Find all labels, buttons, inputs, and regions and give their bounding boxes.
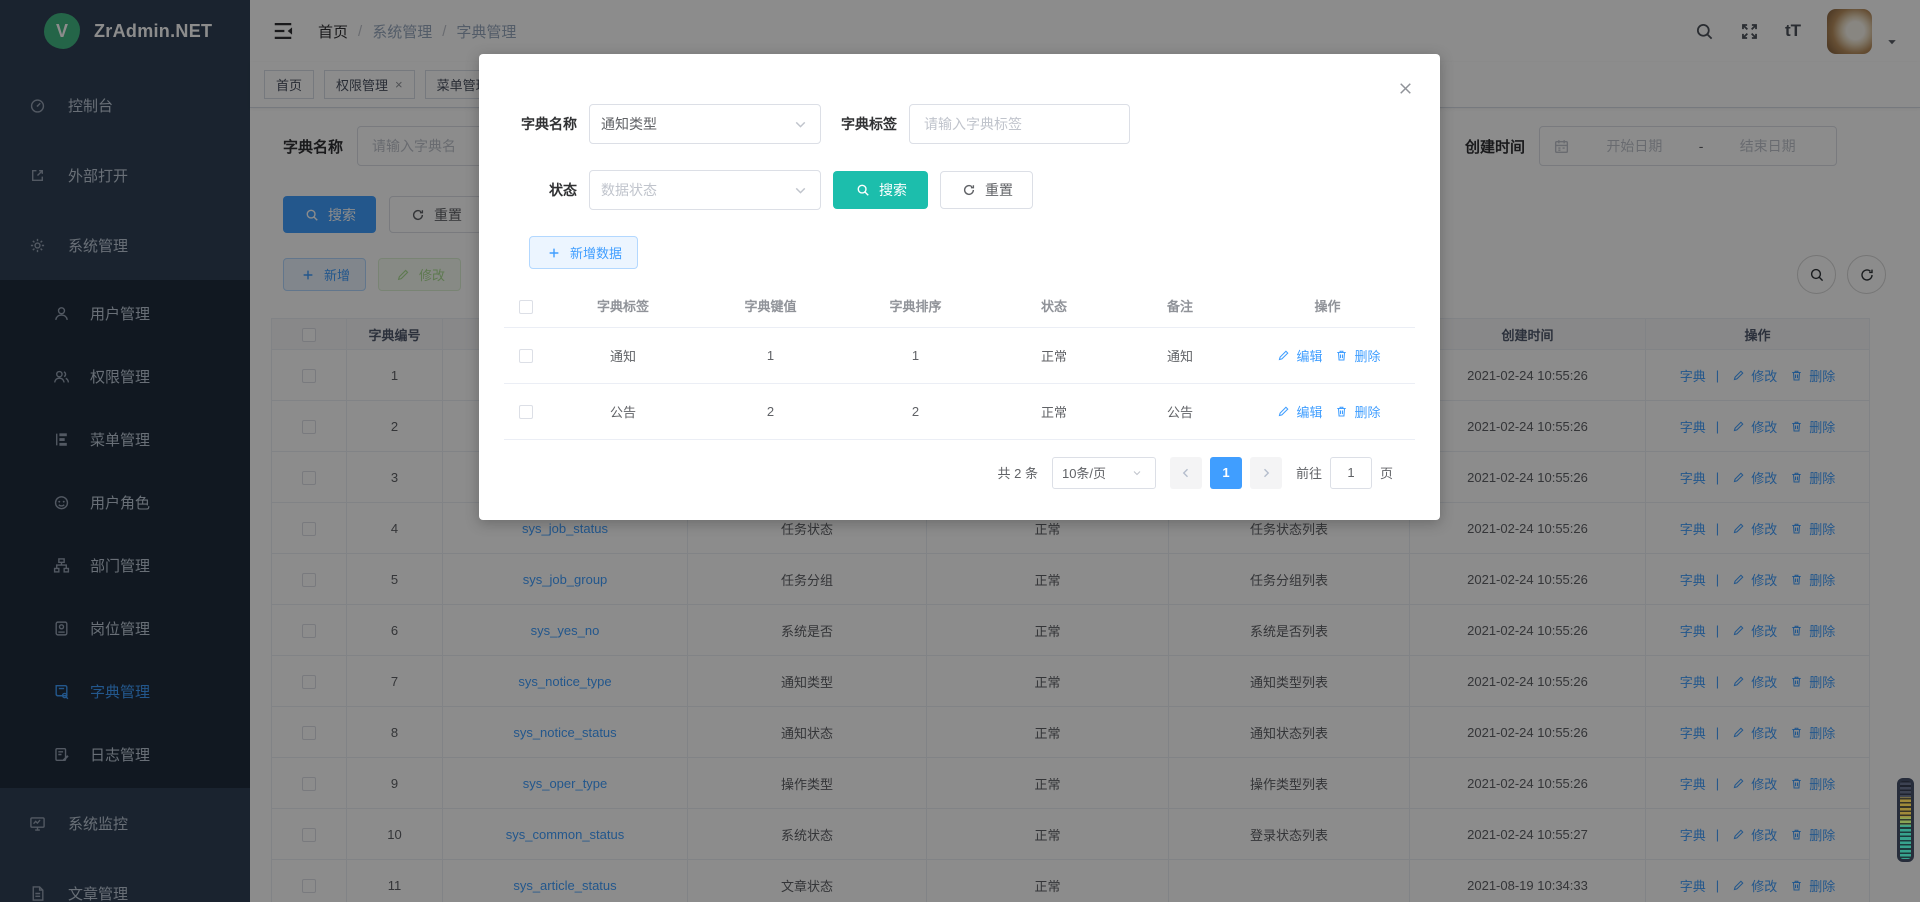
dialog-form-row1: 字典名称 通知类型 字典标签 (504, 104, 1415, 144)
pagination: 共 2 条 10条/页 1 前往 (504, 457, 1393, 489)
app-root: V ZrAdmin.NET 控制台外部打开系统管理用户管理权限管理菜单管理用户角… (0, 0, 1920, 902)
column-header: 字典排序 (843, 285, 988, 327)
column-header: 字典键值 (698, 285, 843, 327)
dialog-table-header-row: 字典标签字典键值字典排序状态备注操作 (504, 285, 1415, 327)
dict-label-input[interactable] (909, 104, 1130, 144)
pager: 1 (1170, 457, 1282, 489)
close-icon[interactable] (1397, 80, 1414, 97)
dialog-reset-button[interactable]: 重置 (940, 171, 1033, 209)
chevron-down-icon (791, 115, 809, 133)
goto-label: 前往 (1296, 463, 1322, 482)
row-checkbox[interactable] (519, 349, 533, 363)
pencil-icon (1274, 346, 1292, 364)
status-select[interactable]: 数据状态 (589, 170, 821, 210)
dialog-form-row2: 状态 数据状态 搜索 重置 (504, 170, 1415, 210)
dialog-search-button[interactable]: 搜索 (833, 171, 928, 209)
column-header: 状态 (988, 285, 1120, 327)
goto-page-input[interactable] (1330, 457, 1372, 489)
dict-label-label: 字典标签 (821, 114, 909, 134)
dict-name-select[interactable]: 通知类型 (589, 104, 821, 144)
search-icon (854, 181, 872, 199)
goto-page: 前往 页 (1296, 457, 1393, 489)
trash-icon (1333, 346, 1351, 364)
add-data-button[interactable]: 新增数据 (529, 236, 638, 269)
refresh-icon (960, 181, 978, 199)
dict-name-label: 字典名称 (504, 114, 589, 134)
row-checkbox[interactable] (519, 300, 533, 314)
page-unit-label: 页 (1380, 463, 1393, 482)
page-size-select[interactable]: 10条/页 (1052, 457, 1156, 489)
plus-icon (545, 244, 563, 262)
edit-link[interactable]: 编辑 (1274, 346, 1322, 365)
current-page-button[interactable]: 1 (1210, 457, 1242, 489)
dialog-body: 字典名称 通知类型 字典标签 状态 数据状态 (479, 54, 1440, 489)
row-checkbox[interactable] (519, 405, 533, 419)
delete-link[interactable]: 删除 (1333, 346, 1381, 365)
trash-icon (1333, 402, 1351, 420)
edit-link[interactable]: 编辑 (1274, 402, 1322, 421)
column-header: 字典标签 (548, 285, 698, 327)
prev-page-button[interactable] (1170, 457, 1202, 489)
dict-data-table: 字典标签字典键值字典排序状态备注操作通知11正常通知编辑删除公告22正常公告编辑… (504, 285, 1415, 440)
column-header: 备注 (1120, 285, 1240, 327)
dict-data-dialog: 字典名称 通知类型 字典标签 状态 数据状态 (479, 54, 1440, 520)
dialog-table-row: 通知11正常通知编辑删除 (504, 327, 1415, 383)
pagination-total: 共 2 条 (998, 463, 1038, 482)
chevron-down-icon (1128, 464, 1146, 482)
status-label: 状态 (504, 180, 589, 200)
pencil-icon (1274, 402, 1292, 420)
delete-link[interactable]: 删除 (1333, 402, 1381, 421)
dialog-table-row: 公告22正常公告编辑删除 (504, 383, 1415, 439)
chevron-down-icon (791, 181, 809, 199)
scroll-progress-widget[interactable] (1897, 778, 1914, 862)
column-header: 操作 (1240, 285, 1415, 327)
next-page-button[interactable] (1250, 457, 1282, 489)
